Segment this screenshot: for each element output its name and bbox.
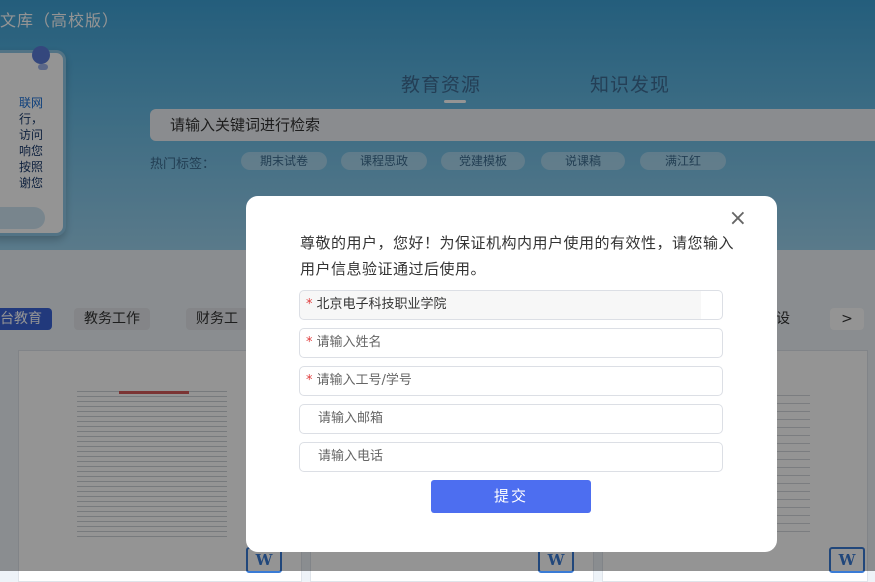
verification-dialog: × 尊敬的用户，您好！为保证机构内用户使用的有效性，请您输入用户信息验证通过后使… (246, 196, 777, 552)
school-field-value: 北京电子科技职业学院 (316, 297, 447, 312)
email-field[interactable]: 请输入邮箱 (299, 404, 723, 434)
id-field[interactable]: * 请输入工号/学号 (299, 366, 723, 396)
name-field[interactable]: * 请输入姓名 (299, 328, 723, 358)
email-field-placeholder: 请输入邮箱 (318, 411, 384, 426)
phone-field[interactable]: 请输入电话 (299, 442, 723, 472)
required-mark: * (306, 373, 313, 388)
required-mark: * (306, 297, 313, 312)
submit-button[interactable]: 提交 (431, 480, 591, 513)
required-mark: * (306, 335, 313, 350)
school-field[interactable]: * 北京电子科技职业学院 (299, 290, 723, 320)
dialog-message: 尊敬的用户，您好！为保证机构内用户使用的有效性，请您输入用户信息验证通过后使用。 (300, 234, 735, 278)
close-icon[interactable]: × (729, 206, 747, 231)
phone-field-placeholder: 请输入电话 (318, 449, 384, 464)
name-field-placeholder: 请输入姓名 (316, 335, 382, 350)
id-field-placeholder: 请输入工号/学号 (316, 373, 412, 388)
